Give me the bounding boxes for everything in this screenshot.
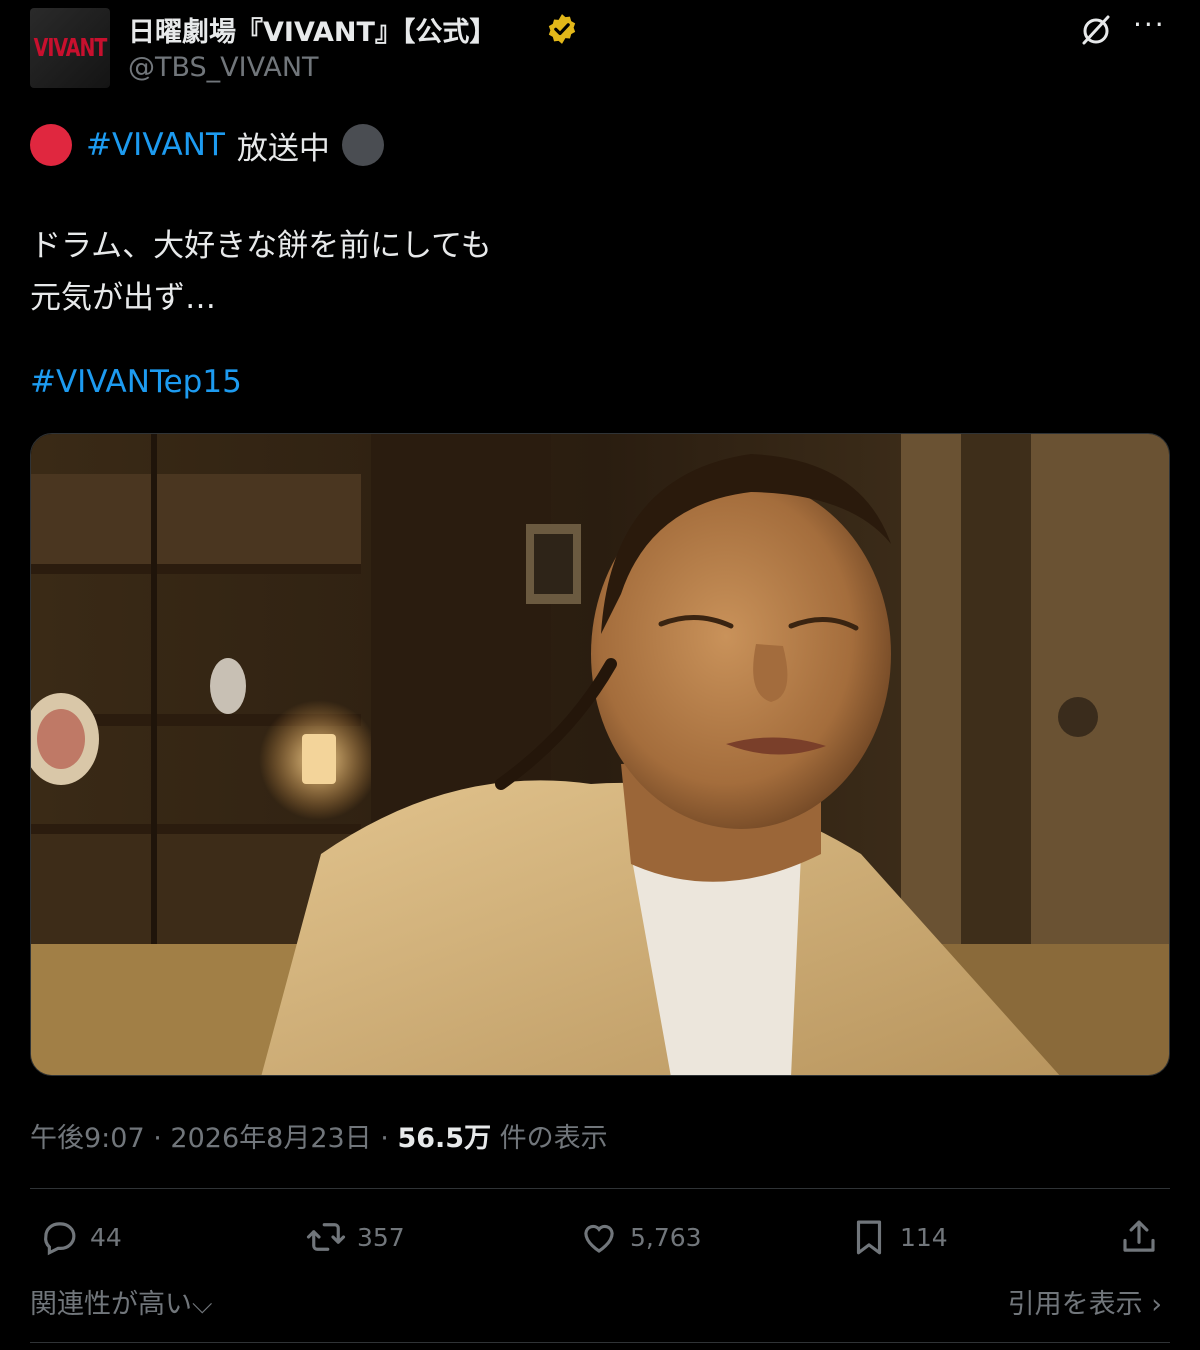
reply-icon: [44, 1222, 76, 1256]
bookmark-count: 114: [900, 1222, 948, 1252]
retweet-icon: [306, 1223, 346, 1251]
quotes-label: 引用を表示: [1007, 1289, 1143, 1320]
black-circle-emoji-icon: [341, 124, 384, 166]
views-count: 56.5万: [397, 1123, 492, 1154]
author-handle[interactable]: @TBS_VIVANT: [128, 52, 319, 83]
avatar-logo-text: VIVANT: [33, 33, 108, 63]
share-button[interactable]: [1118, 1212, 1170, 1262]
like-button[interactable]: 5,763: [578, 1212, 702, 1262]
onair-text: 放送中: [236, 130, 330, 167]
tweet-body-line-2: 元気が出ず…: [30, 280, 216, 316]
grok-icon[interactable]: [1076, 10, 1116, 50]
heart-icon: [584, 1224, 614, 1253]
photo-scene: [31, 434, 1169, 1075]
hashtag-link-episode[interactable]: #VIVANTep15: [30, 364, 242, 400]
retweet-count: 357: [357, 1222, 405, 1252]
sort-label: 関連性が高い: [30, 1289, 192, 1320]
meta-separator: ·: [380, 1123, 389, 1154]
chevron-right-icon: ›: [1151, 1289, 1162, 1320]
avatar[interactable]: VIVANT: [30, 8, 110, 88]
views-label: 件の表示: [499, 1123, 608, 1154]
sort-replies-dropdown[interactable]: 関連性が高い⌵: [30, 1282, 212, 1321]
tweet-meta: 午後9:07 · 2026年8月23日 · 56.5万 件の表示: [30, 1116, 608, 1155]
verified-badge-icon: [548, 14, 576, 44]
bookmark-button[interactable]: 114: [848, 1212, 948, 1262]
tweet-date[interactable]: 2026年8月23日: [170, 1123, 371, 1154]
reply-count: 44: [90, 1222, 122, 1252]
retweet-button[interactable]: 357: [305, 1212, 405, 1262]
divider: [30, 1188, 1170, 1189]
chevron-down-icon: ⌵: [192, 1289, 213, 1320]
share-icon: [1123, 1220, 1155, 1252]
reply-button[interactable]: 44: [38, 1212, 122, 1262]
view-quotes-link[interactable]: 引用を表示 ›: [1008, 1282, 1162, 1321]
hashtag-link[interactable]: #VIVANT: [86, 127, 225, 163]
tweet-line-onair: #VIVANT 放送中: [30, 120, 384, 170]
tweet-photo[interactable]: [30, 433, 1170, 1076]
tweet-body-line-1: ドラム、大好きな餅を前にしても: [30, 228, 492, 264]
tweet-time[interactable]: 午後9:07: [30, 1123, 145, 1154]
bookmark-icon: [856, 1220, 882, 1255]
meta-separator: ·: [153, 1123, 162, 1154]
like-count: 5,763: [630, 1222, 702, 1252]
author-display-name[interactable]: 日曜劇場『VIVANT』【公式】: [128, 10, 496, 49]
divider: [30, 1342, 1170, 1343]
more-options-icon[interactable]: ···: [1133, 8, 1166, 41]
red-circle-emoji-icon: [30, 124, 72, 166]
